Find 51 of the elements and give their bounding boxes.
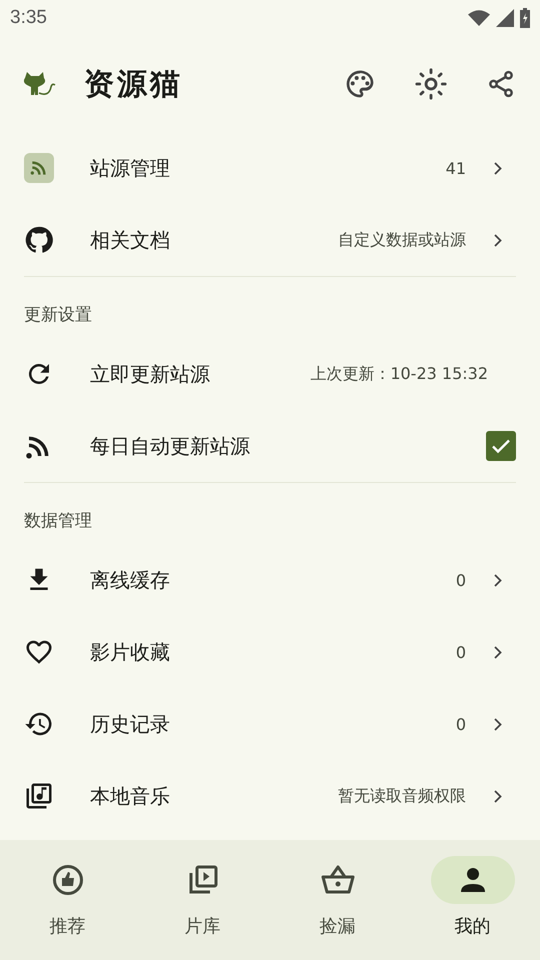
battery-icon bbox=[520, 8, 530, 28]
row-value: 0 bbox=[456, 714, 466, 734]
nav-tab[interactable]: 推荐 bbox=[0, 856, 135, 960]
row-value: 0 bbox=[456, 570, 466, 590]
settings-row[interactable]: 影片收藏 0 bbox=[0, 616, 540, 688]
share-icon[interactable] bbox=[486, 69, 516, 99]
app-title: 资源猫 bbox=[84, 66, 183, 104]
person-icon bbox=[460, 867, 486, 893]
rss-icon bbox=[24, 153, 54, 183]
thumbs-up-icon bbox=[52, 864, 84, 896]
video-library-icon bbox=[186, 864, 218, 896]
row-label: 历史记录 bbox=[90, 710, 171, 738]
settings-row[interactable]: 本地音乐 暂无读取音频权限 bbox=[0, 760, 540, 832]
row-value: 41 bbox=[446, 158, 466, 178]
chevron-icon bbox=[494, 162, 502, 174]
nav-tab[interactable]: 片库 bbox=[135, 856, 270, 960]
github-icon bbox=[24, 225, 54, 255]
chevron-icon bbox=[494, 646, 502, 658]
brightness-icon[interactable] bbox=[414, 67, 448, 101]
section-header: 更新设置 bbox=[23, 304, 93, 327]
chevron-icon bbox=[494, 718, 502, 730]
settings-row[interactable]: 每日自动更新站源 bbox=[0, 410, 540, 482]
nav-tab[interactable]: 我的 bbox=[405, 856, 540, 960]
signal-icon bbox=[496, 9, 514, 27]
palette-icon[interactable] bbox=[344, 68, 376, 100]
row-label: 影片收藏 bbox=[90, 638, 171, 666]
row-value: 自定义数据或站源 bbox=[338, 230, 466, 250]
settings-row[interactable]: 立即更新站源 上次更新：10-23 15:32 bbox=[0, 338, 540, 410]
chevron-icon bbox=[494, 790, 502, 802]
row-value: 暂无读取音频权限 bbox=[338, 786, 466, 806]
row-label: 相关文档 bbox=[90, 226, 171, 254]
settings-row[interactable]: 历史记录 0 bbox=[0, 688, 540, 760]
wifi-icon bbox=[468, 10, 490, 26]
row-label: 本地音乐 bbox=[90, 782, 171, 810]
section-header: 数据管理 bbox=[23, 510, 93, 533]
row-value: 0 bbox=[456, 642, 466, 662]
basket-icon bbox=[320, 865, 354, 895]
nav-tab[interactable]: 捡漏 bbox=[270, 856, 405, 960]
music-library-icon bbox=[24, 781, 54, 811]
row-label: 每日自动更新站源 bbox=[90, 432, 251, 460]
settings-row[interactable]: 站源管理 41 bbox=[0, 132, 540, 204]
settings-row[interactable]: 离线缓存 0 bbox=[0, 544, 540, 616]
checkbox[interactable] bbox=[486, 431, 516, 461]
chevron-icon bbox=[494, 234, 502, 246]
row-value: 上次更新：10-23 15:32 bbox=[310, 364, 488, 384]
chevron-icon bbox=[494, 574, 502, 586]
row-label: 站源管理 bbox=[90, 154, 171, 182]
settings-row[interactable]: 相关文档 自定义数据或站源 bbox=[0, 204, 540, 276]
row-label: 立即更新站源 bbox=[90, 360, 211, 388]
row-label: 离线缓存 bbox=[90, 566, 171, 594]
status-time: 3:35 bbox=[10, 7, 47, 29]
